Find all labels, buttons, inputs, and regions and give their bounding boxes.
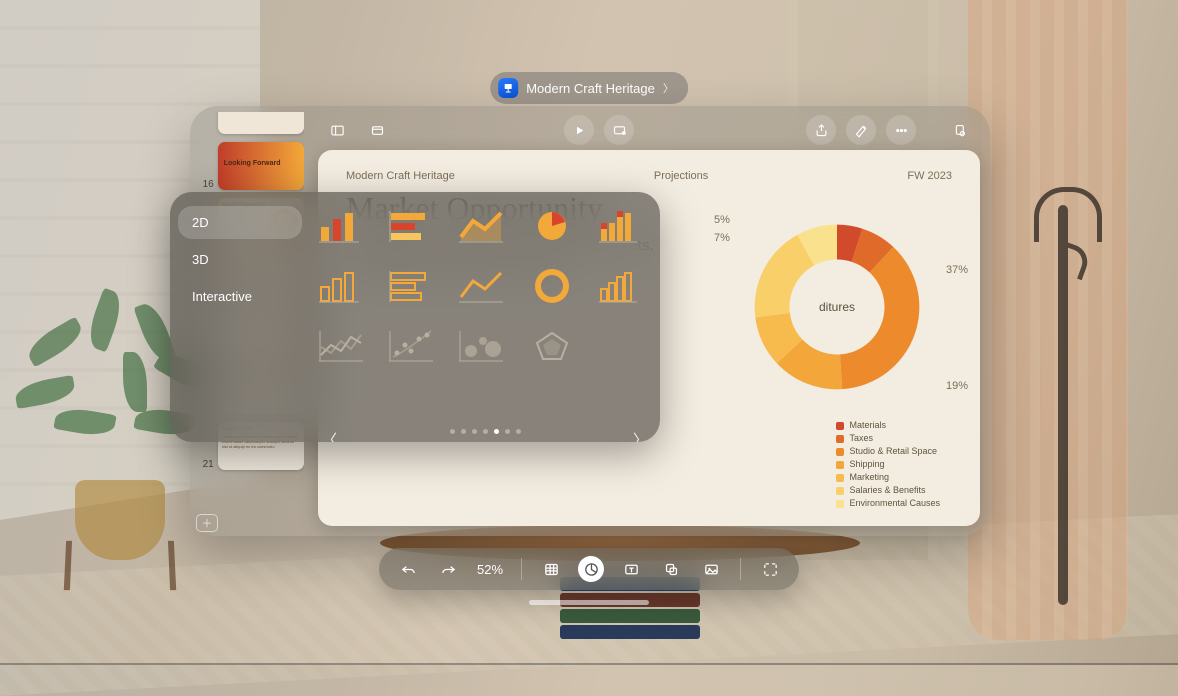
slide-header: Modern Craft Heritage Projections FW 202… xyxy=(346,170,952,182)
slide-header-right: FW 2023 xyxy=(907,170,952,182)
slide-header-mid: Projections xyxy=(455,170,908,182)
legend-item: Taxes xyxy=(836,432,940,445)
chart-type-scatter[interactable] xyxy=(386,324,438,368)
pager-dot[interactable] xyxy=(472,429,477,434)
chart-pager: 〈 〉 xyxy=(310,429,660,434)
rehearse-button[interactable] xyxy=(604,115,634,145)
insert-chart-button[interactable] xyxy=(578,556,604,582)
pager-dot[interactable] xyxy=(450,429,455,434)
chart-type-radar[interactable] xyxy=(526,324,578,368)
pager-prev-button[interactable]: 〈 xyxy=(310,429,349,442)
document-title-pill[interactable]: Modern Craft Heritage 〉 xyxy=(490,72,688,104)
chart-type-pie[interactable] xyxy=(526,204,578,248)
chart-type-tabs: 2D 3D Interactive xyxy=(170,192,310,442)
chart-type-donut[interactable] xyxy=(526,264,578,308)
chart-type-bar[interactable] xyxy=(386,204,438,248)
legend-item: Shipping xyxy=(836,458,940,471)
chevron-right-icon: 〉 xyxy=(663,80,674,96)
donut-chart[interactable]: ditures 5% 7% 37% 19% xyxy=(742,212,932,402)
slide-number: 16 xyxy=(200,179,214,190)
insert-shape-button[interactable] xyxy=(658,556,684,582)
document-title-label: Modern Craft Heritage xyxy=(526,81,655,96)
chart-type-bubble[interactable] xyxy=(456,324,508,368)
chart-type-grid: 〈 〉 xyxy=(310,192,660,442)
chart-type-bar-outline[interactable] xyxy=(386,264,438,308)
chart-tab-3d[interactable]: 3D xyxy=(178,243,302,276)
chart-tab-interactive[interactable]: Interactive xyxy=(178,280,302,313)
legend-item: Marketing xyxy=(836,471,940,484)
legend-item: Materials xyxy=(836,419,940,432)
legend-item: Studio & Retail Space xyxy=(836,445,940,458)
chart-type-popover: 2D 3D Interactive 〈 〉 xyxy=(170,192,660,442)
keynote-app-icon xyxy=(498,78,518,98)
insert-placeholder-button[interactable] xyxy=(757,556,783,582)
pager-dot[interactable] xyxy=(505,429,510,434)
chart-type-stacked-outline[interactable] xyxy=(596,264,648,308)
more-button[interactable] xyxy=(886,115,916,145)
undo-button[interactable] xyxy=(395,556,421,582)
redo-button[interactable] xyxy=(435,556,461,582)
donut-slice-label: 19% xyxy=(946,380,968,392)
window-toolbar xyxy=(314,110,982,150)
donut-slice-label: 37% xyxy=(946,264,968,276)
pager-dot[interactable] xyxy=(461,429,466,434)
donut-center-label: ditures xyxy=(742,300,932,314)
slide-header-left: Modern Craft Heritage xyxy=(346,170,455,182)
chart-type-empty[interactable] xyxy=(596,324,648,368)
window-grabber[interactable] xyxy=(529,600,649,605)
chart-type-stacked-column[interactable] xyxy=(596,204,648,248)
legend-item: Salaries & Benefits xyxy=(836,484,940,497)
pager-dot[interactable] xyxy=(483,429,488,434)
pager-next-button[interactable]: 〉 xyxy=(621,429,660,442)
background-coatrack xyxy=(1058,205,1068,605)
chart-type-column[interactable] xyxy=(316,204,368,248)
view-menu-button[interactable] xyxy=(362,115,392,145)
pager-dot[interactable] xyxy=(516,429,521,434)
donut-slice-label: 5% xyxy=(714,214,730,226)
slide-thumb[interactable] xyxy=(200,112,304,134)
chart-type-multiline[interactable] xyxy=(316,324,368,368)
chart-tab-2d[interactable]: 2D xyxy=(178,206,302,239)
chart-legend: MaterialsTaxesStudio & Retail SpaceShipp… xyxy=(836,419,940,510)
play-button[interactable] xyxy=(564,115,594,145)
legend-item: Environmental Causes xyxy=(836,497,940,510)
insert-media-button[interactable] xyxy=(698,556,724,582)
background-curtain xyxy=(968,0,1128,640)
chart-type-area[interactable] xyxy=(456,204,508,248)
share-button[interactable] xyxy=(806,115,836,145)
pager-dot[interactable] xyxy=(494,429,499,434)
document-settings-button[interactable] xyxy=(944,115,974,145)
format-button[interactable] xyxy=(846,115,876,145)
toggle-sidebar-button[interactable] xyxy=(322,115,352,145)
slide-number: 21 xyxy=(200,459,214,470)
insert-table-button[interactable] xyxy=(538,556,564,582)
chart-type-line[interactable] xyxy=(456,264,508,308)
slide-thumb[interactable]: 16 Looking Forward xyxy=(200,142,304,190)
chart-type-column-outline[interactable] xyxy=(316,264,368,308)
add-slide-button[interactable]: ＋ xyxy=(196,514,218,532)
bottom-toolbar: 52% xyxy=(379,548,799,590)
donut-slice-label: 7% xyxy=(714,232,730,244)
zoom-level[interactable]: 52% xyxy=(475,562,505,577)
insert-text-button[interactable] xyxy=(618,556,644,582)
